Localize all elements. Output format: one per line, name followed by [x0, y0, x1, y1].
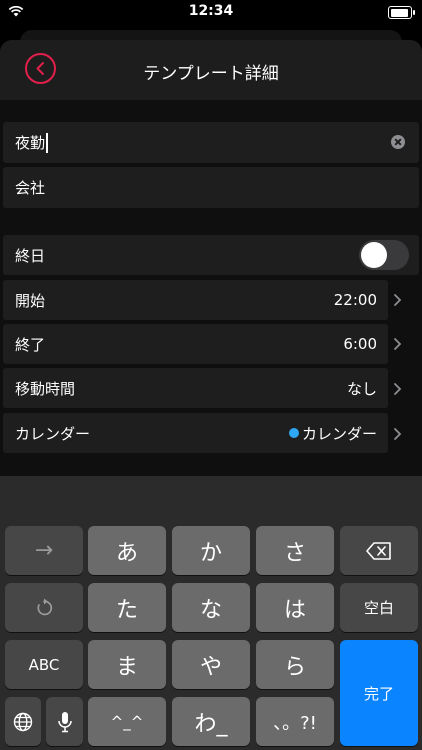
title-input-text: 夜勤 [15, 134, 46, 152]
travel-time-row[interactable]: 移動時間 なし [3, 368, 388, 408]
globe-key[interactable] [5, 697, 41, 746]
start-time-row[interactable]: 開始 22:00 [3, 280, 388, 320]
status-bar: 12:34 [0, 0, 422, 24]
end-time-row[interactable]: 終了 6:00 [3, 324, 388, 364]
key-ha[interactable]: は [256, 583, 334, 632]
chevron-right-icon [394, 338, 402, 350]
nav-bar: テンプレート詳細 [0, 40, 422, 100]
key-ka[interactable]: か [172, 526, 250, 575]
key-wa[interactable]: わ_ [172, 697, 250, 746]
backspace-key[interactable] [340, 526, 418, 575]
location-field[interactable]: 会社 [3, 167, 419, 208]
chevron-right-icon [394, 294, 402, 306]
done-button[interactable]: 完了 [340, 640, 418, 746]
status-time: 12:34 [188, 3, 234, 19]
all-day-label: 終日 [15, 246, 46, 265]
calendar-row[interactable]: カレンダー カレンダー [3, 413, 388, 453]
location-input-text: 会社 [15, 179, 46, 197]
mic-key[interactable] [46, 697, 83, 746]
start-value: 22:00 [333, 291, 377, 309]
page-title: テンプレート詳細 [143, 64, 279, 84]
title-field[interactable]: 夜勤 [3, 122, 419, 163]
travel-label: 移動時間 [15, 379, 76, 398]
key-emoticon[interactable]: ^_^ [88, 697, 166, 746]
key-sa[interactable]: さ [256, 526, 334, 575]
microphone-icon [57, 711, 72, 732]
battery-icon [388, 6, 415, 19]
chevron-right-icon [394, 383, 402, 395]
clear-icon[interactable] [391, 135, 405, 149]
globe-icon [13, 712, 33, 731]
space-key[interactable]: 空白 [340, 583, 418, 632]
chevron-right-icon [394, 428, 402, 440]
key-a[interactable]: あ [88, 526, 166, 575]
end-value: 6:00 [343, 335, 377, 353]
all-day-toggle[interactable] [359, 240, 409, 270]
travel-value: なし [346, 379, 377, 398]
key-ya[interactable]: や [172, 640, 250, 689]
key-na[interactable]: な [172, 583, 250, 632]
abc-key[interactable]: ABC [5, 640, 83, 689]
undo-icon [37, 598, 53, 615]
calendar-color-dot [288, 428, 299, 438]
all-day-row: 終日 [3, 235, 419, 275]
calendar-value: カレンダー [301, 424, 377, 443]
keyboard: → あ か さ た な は 空白 ABC ま や ら 完了 ^_^ わ_ 、。?… [0, 476, 422, 750]
undo-key[interactable] [5, 583, 83, 632]
end-label: 終了 [15, 335, 46, 354]
key-ma[interactable]: ま [88, 640, 166, 689]
backspace-icon [366, 541, 391, 560]
key-arrow[interactable]: → [5, 526, 83, 575]
toggle-knob [361, 242, 387, 268]
key-punctuation[interactable]: 、。?! [256, 697, 334, 746]
text-cursor [46, 132, 49, 153]
key-ra[interactable]: ら [256, 640, 334, 689]
key-ta[interactable]: た [88, 583, 166, 632]
start-label: 開始 [15, 291, 46, 310]
calendar-label: カレンダー [15, 424, 91, 443]
